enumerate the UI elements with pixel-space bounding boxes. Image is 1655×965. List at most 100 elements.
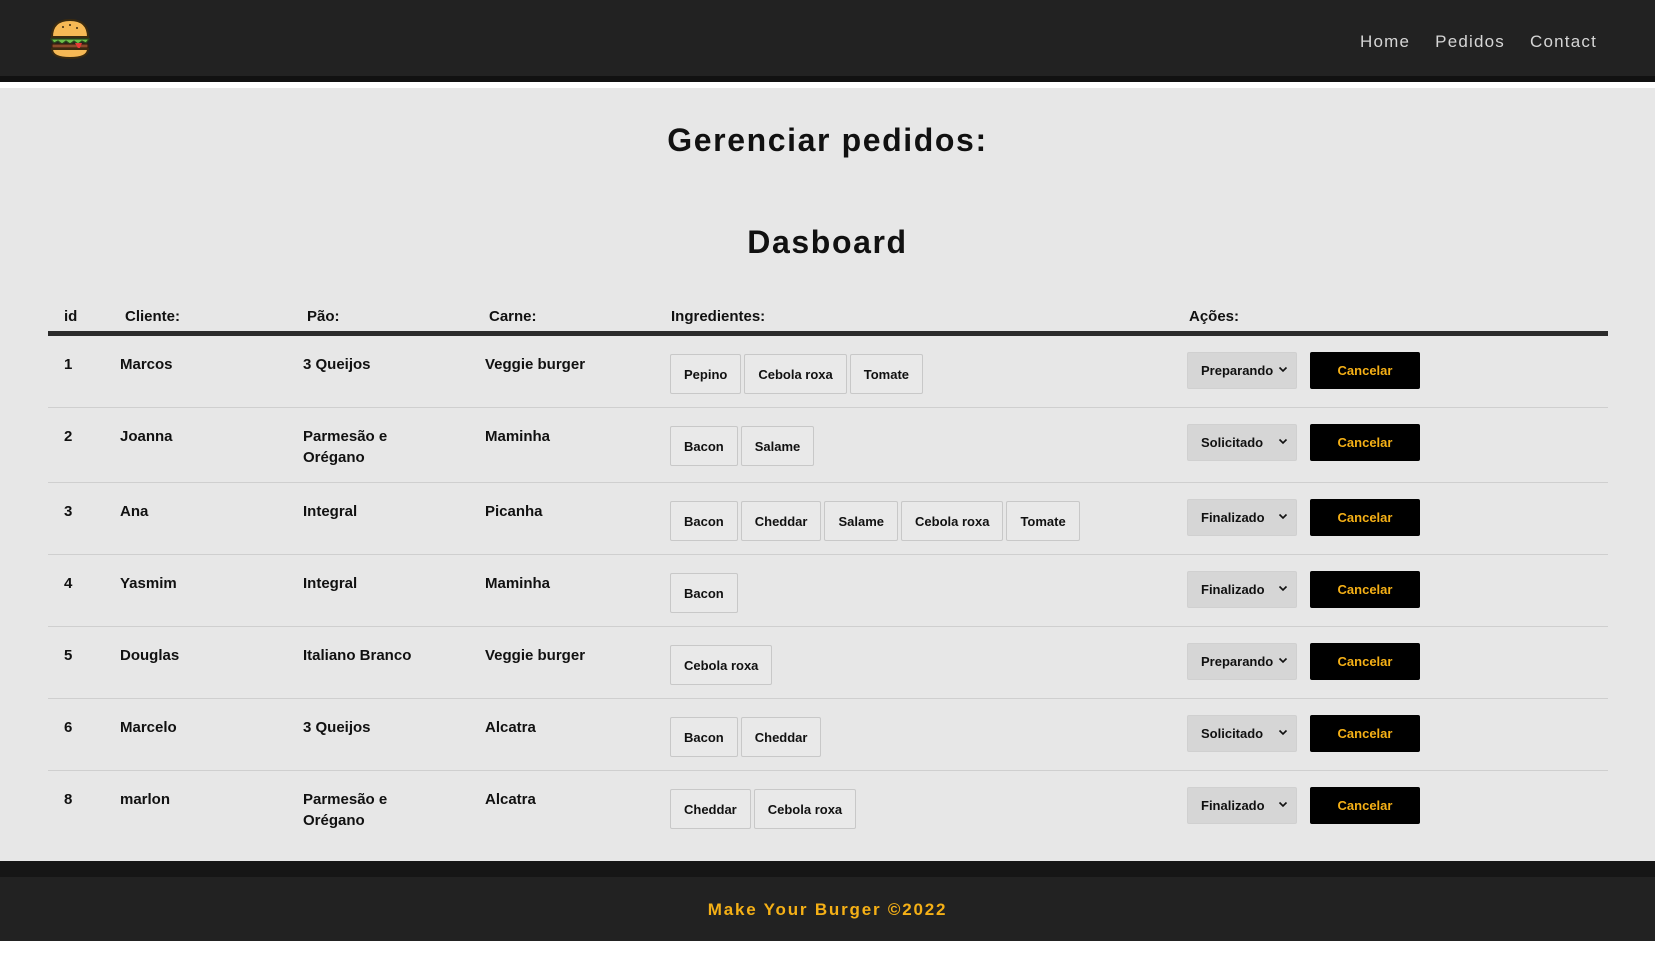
row-actions: Finalizado Cancelar bbox=[1187, 571, 1420, 608]
main-content: Gerenciar pedidos: Dasboard id Cliente: … bbox=[0, 88, 1655, 861]
meat-type: Alcatra bbox=[485, 791, 536, 808]
order-id: 6 bbox=[64, 719, 73, 736]
status-value: Finalizado bbox=[1201, 798, 1265, 813]
order-id: 3 bbox=[64, 503, 73, 520]
dashboard-title: Dasboard bbox=[747, 224, 908, 260]
header-actions: Ações: bbox=[1189, 308, 1240, 325]
ingredients-list: Bacon bbox=[670, 573, 738, 613]
cancel-button[interactable]: Cancelar bbox=[1310, 643, 1420, 680]
navbar: Home Pedidos Contact bbox=[0, 0, 1655, 82]
bread-type: 3 Queijos bbox=[303, 356, 371, 373]
table-body: 1 Marcos 3 Queijos Veggie burger Pepino Cebol… bbox=[48, 336, 1608, 846]
chevron-down-icon bbox=[1278, 585, 1288, 592]
ingredient-chip: Cebola roxa bbox=[753, 789, 857, 829]
ingredients-list: Pepino Cebola roxa Tomate bbox=[670, 354, 924, 394]
row-actions: Preparando Cancelar bbox=[1187, 352, 1420, 389]
nav-links: Home Pedidos Contact bbox=[1335, 32, 1597, 52]
header-id: id bbox=[64, 308, 78, 325]
cancel-button[interactable]: Cancelar bbox=[1310, 424, 1420, 461]
status-value: Finalizado bbox=[1201, 582, 1265, 597]
footer: Make Your Burger ©2022 bbox=[0, 861, 1655, 941]
chevron-down-icon bbox=[1278, 513, 1288, 520]
ingredient-chip: Bacon bbox=[670, 573, 738, 613]
status-select[interactable]: Finalizado bbox=[1187, 571, 1297, 608]
ingredient-chip: Cheddar bbox=[740, 501, 822, 541]
cancel-button[interactable]: Cancelar bbox=[1310, 787, 1420, 824]
ingredient-chip: Bacon bbox=[670, 501, 738, 541]
chevron-down-icon bbox=[1278, 657, 1288, 664]
client-name: Yasmim bbox=[120, 575, 177, 592]
order-id: 2 bbox=[64, 428, 73, 445]
nav-link-pedidos[interactable]: Pedidos bbox=[1435, 32, 1505, 52]
meat-type: Maminha bbox=[485, 428, 551, 445]
table-row: 2 Joanna Parmesão e Orégano Maminha Bacon Sal… bbox=[48, 408, 1608, 483]
ingredient-chip: Tomate bbox=[1006, 501, 1080, 541]
bread-type: 3 Queijos bbox=[303, 719, 371, 736]
ingredient-chip: Salame bbox=[740, 426, 815, 466]
client-name: marlon bbox=[120, 791, 171, 808]
table-header: id Cliente: Pão: Carne: Ingredientes: Aç… bbox=[48, 298, 1608, 336]
cancel-button[interactable]: Cancelar bbox=[1310, 499, 1420, 536]
ingredient-chip: Cebola roxa bbox=[901, 501, 1004, 541]
cancel-button[interactable]: Cancelar bbox=[1310, 571, 1420, 608]
order-id: 4 bbox=[64, 575, 73, 592]
cancel-button[interactable]: Cancelar bbox=[1310, 352, 1420, 389]
order-id: 8 bbox=[64, 791, 73, 808]
row-actions: Finalizado Cancelar bbox=[1187, 787, 1420, 824]
ingredient-chip: Cebola roxa bbox=[744, 354, 847, 394]
chevron-down-icon bbox=[1278, 366, 1288, 373]
status-select[interactable]: Preparando bbox=[1187, 643, 1297, 680]
client-name: Douglas bbox=[120, 647, 180, 664]
footer-text: Make Your Burger ©2022 bbox=[707, 900, 948, 919]
client-name: Ana bbox=[120, 503, 149, 520]
meat-type: Maminha bbox=[485, 575, 551, 592]
row-actions: Solicitado Cancelar bbox=[1187, 424, 1420, 461]
table-row: 6 Marcelo 3 Queijos Alcatra Bacon Cheddar Soli… bbox=[48, 699, 1608, 771]
order-id: 1 bbox=[64, 356, 73, 373]
ingredient-chip: Salame bbox=[824, 501, 899, 541]
header-ingredients: Ingredientes: bbox=[671, 308, 766, 325]
row-actions: Finalizado Cancelar bbox=[1187, 499, 1420, 536]
bread-type: Parmesão e Orégano bbox=[303, 791, 388, 829]
bread-type: Integral bbox=[303, 575, 358, 592]
meat-type: Veggie burger bbox=[485, 356, 586, 373]
client-name: Marcos bbox=[120, 356, 173, 373]
chevron-down-icon bbox=[1278, 729, 1288, 736]
status-select[interactable]: Solicitado bbox=[1187, 715, 1297, 752]
nav-link-home[interactable]: Home bbox=[1360, 32, 1410, 52]
status-value: Solicitado bbox=[1201, 726, 1264, 741]
row-actions: Solicitado Cancelar bbox=[1187, 715, 1420, 752]
burger-icon[interactable] bbox=[48, 17, 92, 61]
bread-type: Integral bbox=[303, 503, 358, 520]
table-row: 8 marlon Parmesão e Orégano Alcatra Cheddar C… bbox=[48, 771, 1608, 846]
ingredient-chip: Bacon bbox=[670, 717, 738, 757]
page-title: Gerenciar pedidos: bbox=[667, 122, 988, 158]
client-name: Marcelo bbox=[120, 719, 177, 736]
meat-type: Alcatra bbox=[485, 719, 536, 736]
status-value: Preparando bbox=[1201, 363, 1274, 378]
table-row: 4 Yasmim Integral Maminha Bacon Finalizado Can… bbox=[48, 555, 1608, 627]
ingredient-chip: Cebola roxa bbox=[670, 645, 773, 685]
table-row: 1 Marcos 3 Queijos Veggie burger Pepino Cebol… bbox=[48, 336, 1608, 408]
status-value: Finalizado bbox=[1201, 510, 1265, 525]
chevron-down-icon bbox=[1278, 438, 1288, 445]
status-select[interactable]: Preparando bbox=[1187, 352, 1297, 389]
chevron-down-icon bbox=[1278, 801, 1288, 808]
bread-type: Italiano Branco bbox=[303, 647, 412, 664]
orders-table: id Cliente: Pão: Carne: Ingredientes: Aç… bbox=[48, 298, 1608, 846]
meat-type: Picanha bbox=[485, 503, 543, 520]
status-select[interactable]: Finalizado bbox=[1187, 499, 1297, 536]
nav-link-contact[interactable]: Contact bbox=[1530, 32, 1597, 52]
header-meat: Carne: bbox=[489, 308, 537, 325]
status-select[interactable]: Finalizado bbox=[1187, 787, 1297, 824]
ingredient-chip: Tomate bbox=[849, 354, 924, 394]
order-id: 5 bbox=[64, 647, 73, 664]
ingredient-chip: Pepino bbox=[670, 354, 742, 394]
ingredients-list: Cheddar Cebola roxa bbox=[670, 789, 857, 829]
status-select[interactable]: Solicitado bbox=[1187, 424, 1297, 461]
ingredient-chip: Bacon bbox=[670, 426, 738, 466]
ingredient-chip: Cheddar bbox=[670, 789, 751, 829]
ingredients-list: Bacon Cheddar bbox=[670, 717, 822, 757]
table-row: 5 Douglas Italiano Branco Veggie burger Cebo… bbox=[48, 627, 1608, 699]
cancel-button[interactable]: Cancelar bbox=[1310, 715, 1420, 752]
